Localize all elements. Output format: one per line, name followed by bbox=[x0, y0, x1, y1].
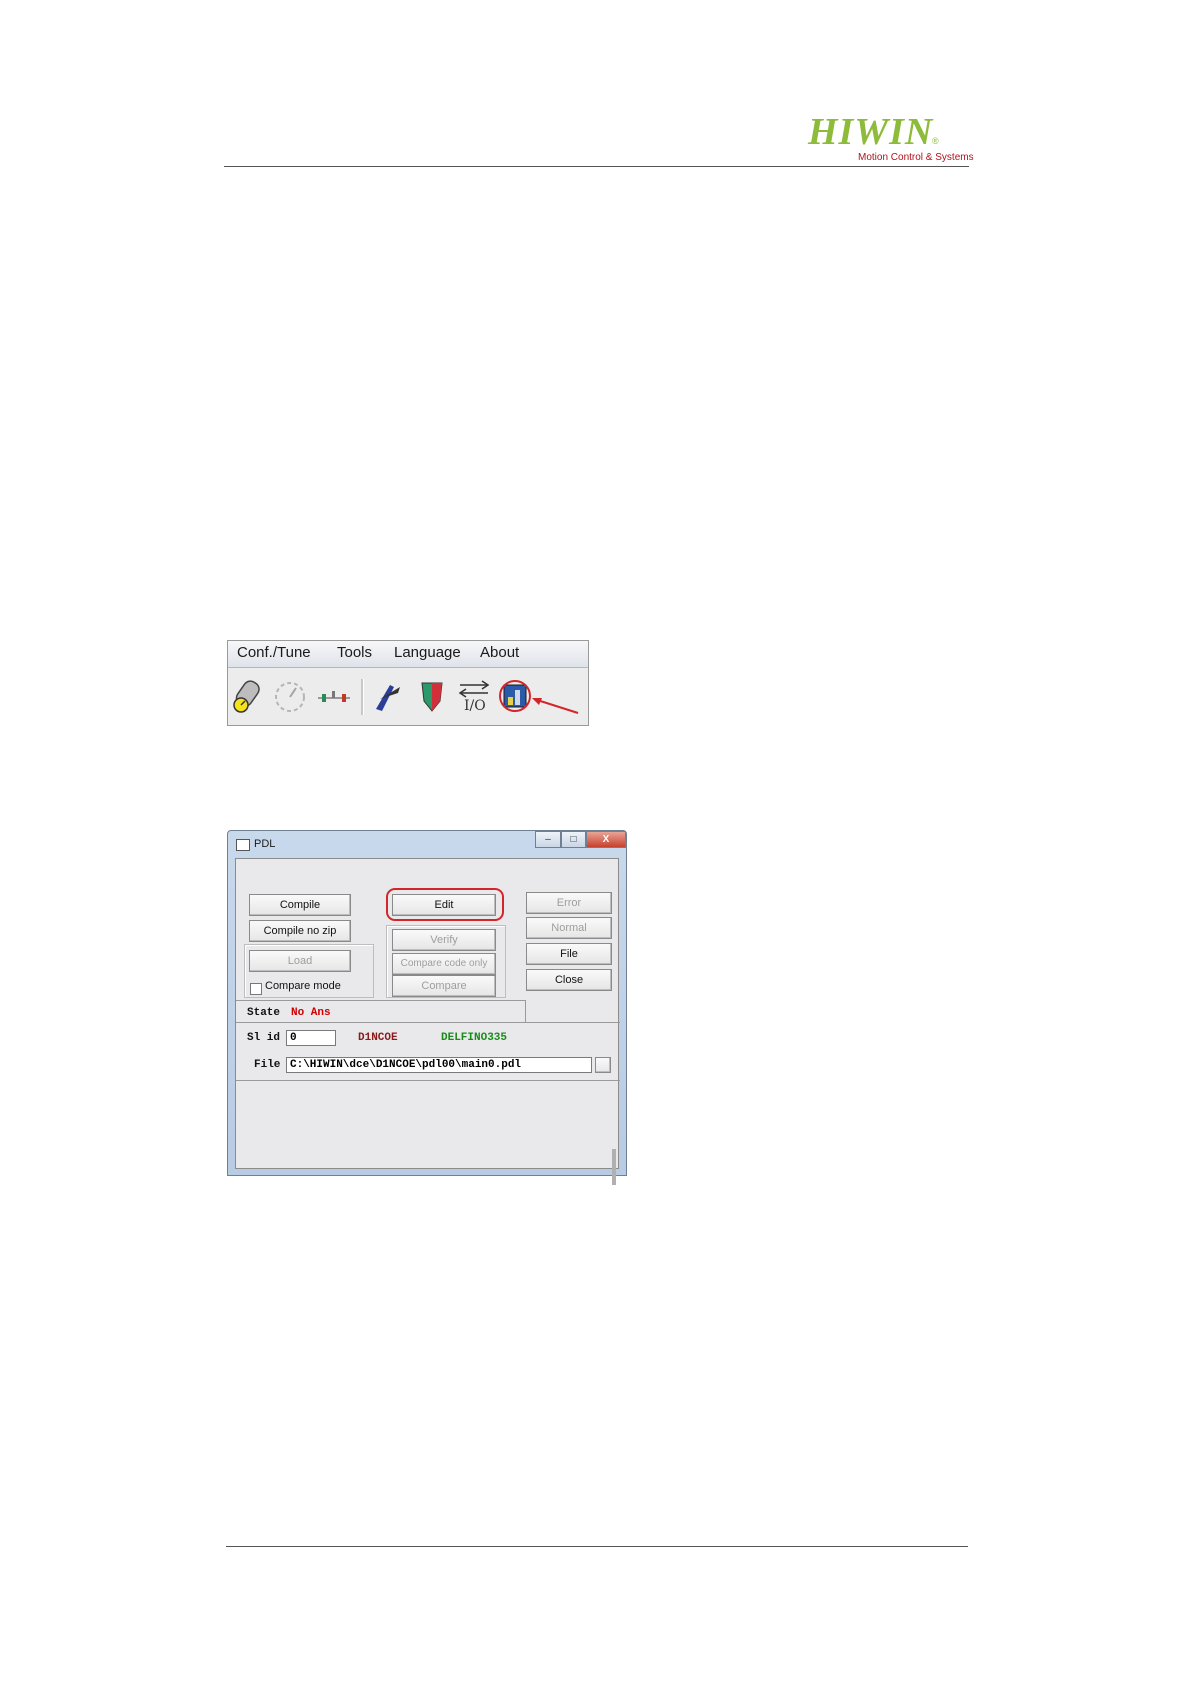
slid-label: Sl id bbox=[247, 1032, 281, 1044]
logo-registered: ® bbox=[932, 136, 939, 146]
browse-button[interactable] bbox=[595, 1057, 611, 1073]
file-label: File bbox=[254, 1059, 281, 1071]
footer-rule bbox=[226, 1546, 968, 1547]
processor-name: DELFINO335 bbox=[441, 1032, 508, 1044]
state-divider-v bbox=[525, 1000, 526, 1022]
logo-wordmark: HIWIN bbox=[808, 111, 934, 153]
menu-about[interactable]: About bbox=[480, 644, 519, 661]
close-window-button[interactable]: X bbox=[586, 831, 626, 848]
state-divider bbox=[236, 1000, 526, 1001]
output-divider bbox=[236, 1080, 620, 1081]
state-label: State bbox=[247, 1007, 281, 1019]
toolbar-separator bbox=[361, 679, 364, 715]
motor-icon[interactable] bbox=[230, 677, 266, 715]
sliders-icon[interactable] bbox=[316, 677, 352, 715]
window-icon bbox=[236, 839, 250, 851]
menu-language[interactable]: Language bbox=[394, 644, 461, 661]
menu-conf-tune[interactable]: Conf./Tune bbox=[237, 644, 311, 661]
toolbar: I/O bbox=[228, 671, 588, 725]
pdl-icon[interactable] bbox=[498, 677, 588, 715]
compile-no-zip-button[interactable]: Compile no zip bbox=[249, 920, 351, 942]
slid-input[interactable]: 0 bbox=[286, 1030, 336, 1046]
slid-divider bbox=[236, 1022, 620, 1023]
tuning-icon[interactable] bbox=[370, 677, 406, 715]
compare-button[interactable]: Compare bbox=[392, 975, 496, 997]
error-button[interactable]: Error bbox=[526, 892, 612, 914]
scrollbar[interactable] bbox=[612, 1149, 616, 1185]
pdl-dialog: PDL – □ X Compile Compile no zip Load Co… bbox=[227, 830, 627, 1185]
normal-button[interactable]: Normal bbox=[526, 917, 612, 939]
logo-tagline: Motion Control & Systems bbox=[858, 152, 974, 163]
load-button[interactable]: Load bbox=[249, 950, 351, 972]
state-value: No Ans bbox=[291, 1007, 331, 1019]
menu-bar: Conf./Tune Tools Language About bbox=[228, 641, 588, 668]
compare-code-only-button[interactable]: Compare code only bbox=[392, 953, 496, 975]
maximize-button[interactable]: □ bbox=[561, 831, 586, 848]
io-icon[interactable]: I/O bbox=[456, 677, 492, 715]
io-label: I/O bbox=[464, 698, 486, 714]
file-button[interactable]: File bbox=[526, 943, 612, 965]
close-button[interactable]: Close bbox=[526, 969, 612, 991]
menu-tools[interactable]: Tools bbox=[337, 644, 372, 661]
file-path-input[interactable]: C:\HIWIN\dce\D1NCOE\pdl00\main0.pdl bbox=[286, 1057, 592, 1073]
menu-toolbar-screenshot: Conf./Tune Tools Language About I/O bbox=[227, 640, 589, 726]
header-rule bbox=[224, 166, 969, 167]
shield-icon[interactable] bbox=[414, 677, 450, 715]
drive-name: D1NCOE bbox=[358, 1032, 398, 1044]
compare-mode-label: Compare mode bbox=[265, 980, 341, 992]
hiwin-logo: HIWIN ® Motion Control & Systems bbox=[808, 111, 974, 166]
dialog-client: Compile Compile no zip Load Compare mode… bbox=[235, 858, 620, 1185]
compare-mode-checkbox[interactable] bbox=[250, 983, 262, 995]
edit-highlight bbox=[386, 888, 504, 921]
gauge-icon[interactable] bbox=[272, 677, 308, 715]
verify-button[interactable]: Verify bbox=[392, 929, 496, 951]
minimize-button[interactable]: – bbox=[535, 831, 561, 848]
dialog-title: PDL bbox=[254, 838, 276, 850]
compile-button[interactable]: Compile bbox=[249, 894, 351, 916]
